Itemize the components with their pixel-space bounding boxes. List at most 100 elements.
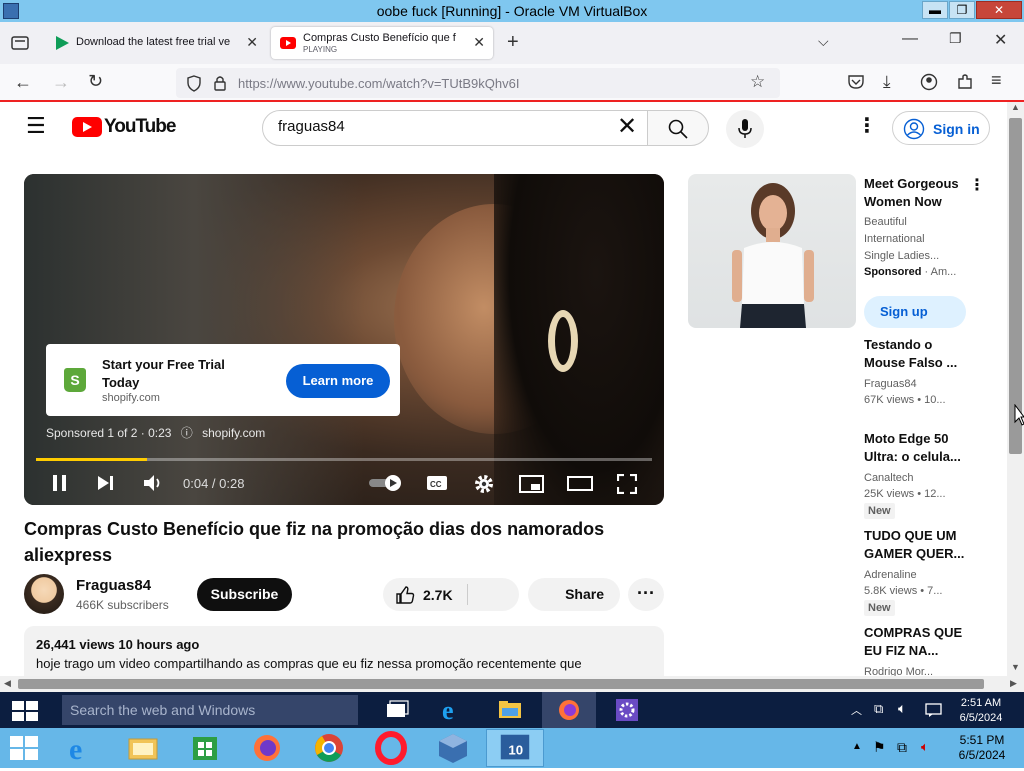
host-firefox-icon[interactable] bbox=[238, 729, 296, 767]
tray-overflow-icon[interactable]: ︿ bbox=[851, 702, 862, 718]
volume-icon[interactable] bbox=[143, 473, 165, 493]
action-center-icon[interactable] bbox=[925, 703, 943, 718]
back-arrow-icon[interactable]: ← bbox=[14, 72, 32, 93]
theater-mode-icon[interactable] bbox=[567, 476, 593, 492]
progress-bar[interactable] bbox=[36, 458, 652, 461]
list-tabs-chevron-icon[interactable]: ⌵ bbox=[818, 33, 829, 50]
channel-name[interactable]: Fraguas84 bbox=[76, 577, 151, 594]
url-text[interactable]: https://www.youtube.com/watch?v=TUtB9kQh… bbox=[238, 76, 519, 91]
sign-up-button[interactable]: Sign up bbox=[864, 296, 966, 328]
file-explorer-icon[interactable] bbox=[484, 692, 538, 728]
guide-menu-icon[interactable]: ☰ bbox=[26, 115, 46, 137]
thumbs-up-icon[interactable] bbox=[395, 585, 415, 605]
scroll-left-icon[interactable]: ◀ bbox=[4, 678, 11, 689]
task-view-icon[interactable] bbox=[370, 692, 424, 728]
host-vm-window-item[interactable]: 10 bbox=[486, 729, 544, 767]
subscribe-button[interactable]: Subscribe bbox=[197, 578, 292, 611]
related-video-channel[interactable]: Fraguas84 bbox=[864, 376, 988, 393]
browser-close-icon[interactable]: ✕ bbox=[994, 30, 1007, 50]
tab-youtube-video[interactable]: Compras Custo Benefício que f PLAYING ✕ bbox=[271, 27, 493, 59]
host-file-explorer-icon[interactable] bbox=[114, 729, 172, 767]
guest-search-box[interactable]: Search the web and Windows bbox=[62, 695, 358, 725]
related-video-title[interactable]: Moto Edge 50 Ultra: o celula... bbox=[864, 430, 968, 466]
extensions-icon[interactable] bbox=[956, 73, 974, 91]
related-video-channel[interactable]: Adrenaline bbox=[864, 567, 988, 584]
related-video-title[interactable]: Testando o Mouse Falso ... bbox=[864, 336, 968, 372]
new-tab-icon[interactable]: + bbox=[507, 31, 519, 54]
browser-restore-icon[interactable]: ❐ bbox=[949, 30, 962, 47]
search-button[interactable] bbox=[647, 110, 709, 146]
captions-icon[interactable]: CC bbox=[426, 475, 448, 491]
speaker-icon[interactable]: 🔈︎ bbox=[898, 700, 906, 717]
internet-explorer-icon[interactable]: e bbox=[426, 692, 480, 728]
voice-search-button[interactable] bbox=[726, 110, 764, 148]
vm-close-button[interactable]: ✕ bbox=[976, 1, 1022, 19]
horizontal-scrollbar[interactable]: ◀ ▶ bbox=[0, 676, 1024, 692]
host-clock[interactable]: 5:51 PM 6/5/2024 bbox=[952, 733, 1012, 763]
sign-in-button[interactable]: Sign in bbox=[892, 111, 990, 145]
host-volume-muted-icon[interactable]: 🔈︎ bbox=[921, 739, 929, 755]
next-video-icon[interactable] bbox=[97, 475, 115, 491]
tab-close-icon[interactable]: ✕ bbox=[246, 34, 258, 51]
fullscreen-icon[interactable] bbox=[617, 474, 637, 494]
host-ie-icon[interactable]: e bbox=[52, 729, 110, 767]
host-opera-icon[interactable] bbox=[362, 729, 420, 767]
search-input[interactable] bbox=[278, 118, 598, 135]
related-video-channel[interactable]: Canaltech bbox=[864, 470, 988, 487]
youtube-logo-text[interactable]: YouTube bbox=[104, 116, 176, 138]
ad-overlay-card[interactable]: S Start your Free Trial Today shopify.co… bbox=[46, 344, 400, 416]
firefox-view-icon[interactable] bbox=[11, 35, 29, 51]
menu-hamburger-icon[interactable]: ≡ bbox=[991, 70, 1002, 91]
pause-icon[interactable] bbox=[52, 474, 68, 492]
network-icon[interactable]: ⧉ bbox=[874, 701, 883, 717]
related-video-title[interactable]: TUDO QUE UM GAMER QUER... bbox=[864, 527, 968, 563]
search-box[interactable]: ✕ bbox=[262, 110, 648, 146]
description-box[interactable]: 26,441 views 10 hours ago hoje trago um … bbox=[24, 626, 664, 676]
scroll-right-icon[interactable]: ▶ bbox=[1010, 678, 1017, 689]
shield-icon[interactable] bbox=[186, 75, 202, 92]
autoplay-toggle-icon[interactable] bbox=[369, 474, 403, 492]
host-start-icon[interactable] bbox=[10, 736, 38, 760]
scroll-up-icon[interactable]: ▲ bbox=[1011, 102, 1020, 112]
share-button[interactable]: ➦ Share bbox=[528, 578, 620, 611]
bookmark-star-icon[interactable]: ☆ bbox=[750, 72, 765, 92]
browser-minimize-icon[interactable]: — bbox=[902, 30, 918, 48]
lock-icon[interactable] bbox=[213, 75, 227, 91]
like-count[interactable]: 2.7K bbox=[423, 587, 453, 603]
youtube-logo-icon[interactable] bbox=[72, 117, 102, 137]
vertical-scrollbar[interactable]: ▲ ▼ bbox=[1007, 102, 1024, 676]
host-flag-icon[interactable]: ⚑ bbox=[873, 739, 886, 756]
account-icon[interactable] bbox=[920, 73, 938, 91]
vm-maximize-button[interactable]: ❐ bbox=[949, 1, 975, 19]
windows-start-icon[interactable] bbox=[12, 701, 38, 721]
host-tray-overflow-icon[interactable]: ▲ bbox=[852, 741, 862, 752]
sidebar-ad-menu-icon[interactable]: ⋮ bbox=[969, 175, 985, 195]
downloads-icon[interactable]: ⤓ bbox=[883, 72, 891, 92]
host-virtualbox-icon[interactable] bbox=[424, 729, 482, 767]
sidebar-ad-thumbnail[interactable] bbox=[688, 174, 856, 328]
sponsored-domain[interactable]: shopify.com bbox=[202, 426, 265, 440]
settings-more-icon[interactable]: ⋮ bbox=[857, 116, 877, 136]
tab-download-trial[interactable]: Download the latest free trial ve ✕ bbox=[44, 27, 266, 59]
reload-icon[interactable]: ↻ bbox=[88, 71, 103, 92]
related-video-title[interactable]: COMPRAS QUE EU FIZ NA... bbox=[864, 624, 968, 660]
ad-info-icon[interactable]: ⓘ bbox=[181, 426, 193, 440]
miniplayer-icon[interactable] bbox=[519, 475, 545, 493]
vm-minimize-button[interactable]: ▬ bbox=[922, 1, 948, 19]
url-bar[interactable]: https://www.youtube.com/watch?v=TUtB9kQh… bbox=[176, 68, 780, 98]
related-video-channel[interactable]: Rodrigo Mor... bbox=[864, 664, 988, 676]
host-network-icon[interactable]: ⧉ bbox=[897, 739, 907, 756]
clear-search-icon[interactable]: ✕ bbox=[617, 114, 637, 140]
video-player[interactable]: S Start your Free Trial Today shopify.co… bbox=[24, 174, 664, 505]
thumbs-down-icon[interactable] bbox=[483, 586, 503, 606]
guest-clock[interactable]: 2:51 AM 6/5/2024 bbox=[953, 696, 1009, 726]
more-actions-button[interactable]: ··· bbox=[628, 578, 664, 611]
settings-app-icon[interactable] bbox=[600, 692, 654, 728]
host-store-icon[interactable] bbox=[176, 729, 234, 767]
firefox-taskbar-item[interactable] bbox=[542, 692, 596, 728]
scrollbar-thumb[interactable] bbox=[18, 679, 984, 689]
learn-more-button[interactable]: Learn more bbox=[286, 364, 390, 398]
scroll-down-icon[interactable]: ▼ bbox=[1011, 662, 1020, 672]
host-chrome-icon[interactable] bbox=[300, 729, 358, 767]
forward-arrow-icon[interactable]: → bbox=[52, 72, 70, 93]
